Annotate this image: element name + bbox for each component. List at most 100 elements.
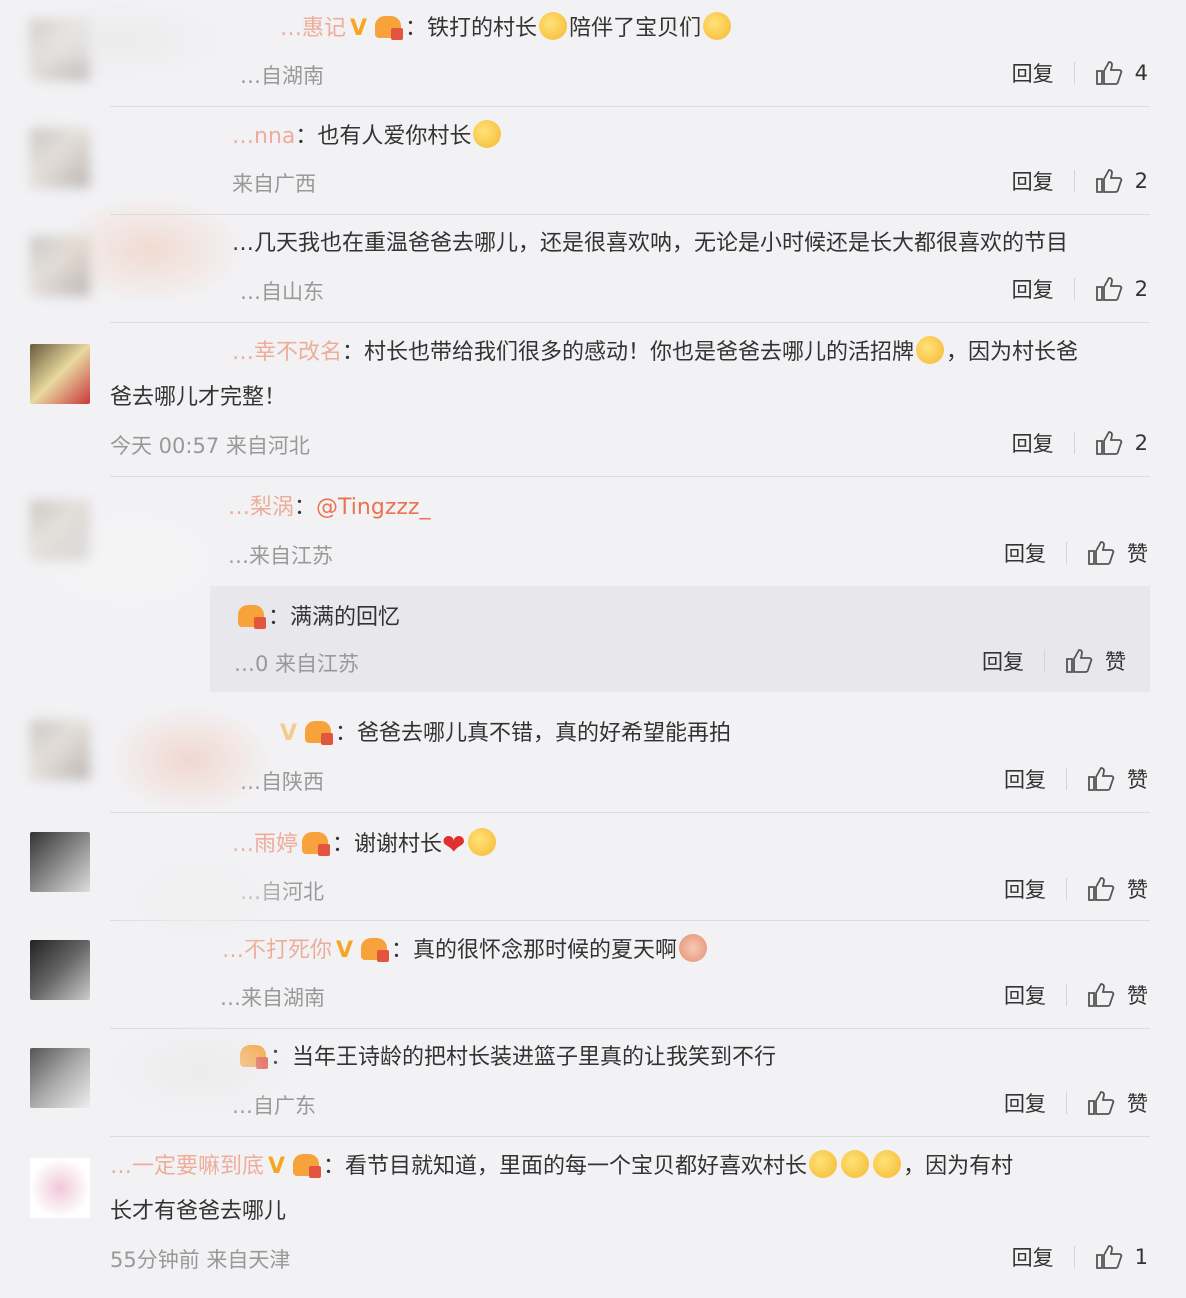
reply-button[interactable]: 回复 — [1012, 1242, 1054, 1272]
heart-eyes-emoji-icon — [703, 12, 732, 40]
action-separator — [1044, 650, 1045, 672]
reply-button[interactable]: 回复 — [1012, 58, 1054, 88]
comment-text: ：看节目就知道，里面的每一个宝贝都好喜欢村长 — [323, 1154, 808, 1179]
thumbs-up-icon[interactable] — [1087, 876, 1115, 902]
member-icon — [361, 938, 390, 962]
reply-button[interactable]: 回复 — [982, 646, 1024, 676]
comment-line: …幸不改名：村长也带给我们很多的感动！你也是爸爸去哪儿的活招牌 ，因为村长爸 — [232, 336, 1146, 369]
avatar[interactable] — [30, 832, 90, 892]
username[interactable]: …nna — [232, 124, 295, 149]
avatar[interactable] — [30, 344, 90, 404]
avatar[interactable] — [30, 128, 90, 188]
like-count[interactable]: 赞 — [1127, 538, 1148, 568]
reply-button[interactable]: 回复 — [1004, 538, 1046, 568]
divider — [110, 812, 1150, 813]
comment-meta: …来自湖南 — [220, 986, 325, 1010]
divider — [110, 1028, 1150, 1029]
action-separator — [1066, 878, 1067, 900]
thumbs-up-icon[interactable] — [1087, 1090, 1115, 1116]
action-separator — [1066, 768, 1067, 790]
comment-line-2: 长才有爸爸去哪儿 — [110, 1196, 1146, 1228]
comment-meta: …自湖南 — [240, 64, 324, 88]
crying-emoji-icon — [873, 1150, 902, 1178]
action-separator — [1066, 1092, 1067, 1114]
thumbs-up-icon[interactable] — [1095, 1244, 1123, 1270]
divider — [110, 920, 1150, 921]
comment-line: …梨涡：@Tingzzz_ — [228, 492, 1146, 524]
username[interactable]: …惠记 — [280, 16, 346, 41]
comment-text: ：当年王诗龄的把村长装进篮子里真的让我笑到不行 — [270, 1045, 777, 1070]
divider — [110, 476, 1150, 477]
thumbs-up-icon[interactable] — [1087, 982, 1115, 1008]
comment-text: ：爸爸去哪儿真不错，真的好希望能再拍 — [335, 721, 732, 746]
thumbs-up-icon[interactable] — [1087, 540, 1115, 566]
like-count[interactable]: 赞 — [1127, 980, 1148, 1010]
comment-text-3: 爸去哪儿才完整！ — [110, 385, 287, 410]
thumbs-up-icon[interactable] — [1095, 168, 1123, 194]
comment-text: ：真的很怀念那时候的夏天啊 — [391, 938, 678, 963]
thumbs-up-icon[interactable] — [1095, 60, 1123, 86]
comment-actions: 回复 赞 — [982, 646, 1126, 676]
comment-line: …雨婷 ：谢谢村长❤ — [232, 828, 1146, 861]
comment-line: …几天我也在重温爸爸去哪儿，还是很喜欢呐，无论是小时候还是长大都很喜欢的节目 — [232, 228, 1146, 260]
thumbs-up-icon[interactable] — [1065, 648, 1093, 674]
thumbs-up-icon[interactable] — [1095, 276, 1123, 302]
reply-button[interactable]: 回复 — [1004, 764, 1046, 794]
avatar[interactable] — [30, 940, 90, 1000]
comment-meta: …来自江苏 — [228, 544, 333, 568]
red-heart-icon: ❤ — [442, 828, 466, 861]
username[interactable]: …幸不改名 — [232, 340, 342, 365]
comment-text-2: ，因为村长爸 — [946, 340, 1079, 365]
username[interactable]: …雨婷 — [232, 832, 298, 857]
like-count[interactable]: 赞 — [1127, 1088, 1148, 1118]
like-count[interactable]: 2 — [1135, 431, 1148, 455]
username[interactable]: …一定要嘛到底 — [110, 1154, 264, 1179]
comment-meta: 来自广西 — [232, 172, 316, 196]
comment-line-2: 爸去哪儿才完整！ — [110, 382, 1146, 414]
comment-meta: 今天 00:57 来自河北 — [110, 434, 310, 458]
reply-button[interactable]: 回复 — [1004, 980, 1046, 1010]
member-icon — [240, 1045, 268, 1069]
member-icon — [305, 721, 334, 745]
action-separator — [1066, 984, 1067, 1006]
like-count[interactable]: 1 — [1135, 1245, 1148, 1269]
action-separator — [1073, 278, 1075, 300]
comment-meta: …自广东 — [232, 1094, 316, 1118]
reply-button[interactable]: 回复 — [1012, 274, 1054, 304]
comment-line: …不打死你 V ：真的很怀念那时候的夏天啊 — [222, 934, 1146, 967]
like-count[interactable]: 4 — [1135, 61, 1148, 85]
like-count[interactable]: 2 — [1135, 277, 1148, 301]
mention-link[interactable]: @Tingzzz_ — [316, 495, 430, 520]
reply-button[interactable]: 回复 — [1012, 166, 1054, 196]
like-count[interactable]: 赞 — [1127, 874, 1148, 904]
like-count[interactable]: 赞 — [1105, 646, 1126, 676]
avatar[interactable] — [30, 720, 90, 780]
avatar[interactable] — [30, 1048, 90, 1108]
comment-text: ：也有人爱你村长 — [295, 124, 472, 149]
avatar[interactable] — [30, 236, 90, 296]
like-count[interactable]: 2 — [1135, 169, 1148, 193]
thumbs-up-icon[interactable] — [1087, 766, 1115, 792]
member-icon — [238, 605, 266, 629]
thumbs-up-icon[interactable] — [1095, 430, 1123, 456]
verified-icon: V — [350, 16, 368, 41]
verified-icon: V — [268, 1154, 286, 1179]
avatar[interactable] — [30, 20, 90, 80]
colon: ： — [294, 495, 317, 520]
comment-text-3: 长才有爸爸去哪儿 — [110, 1199, 287, 1224]
reply-button[interactable]: 回复 — [1004, 874, 1046, 904]
comment-text: ：满满的回忆 — [268, 605, 401, 630]
like-count[interactable]: 赞 — [1127, 764, 1148, 794]
action-separator — [1073, 432, 1075, 454]
username[interactable]: …不打死你 — [222, 938, 332, 963]
username[interactable]: …梨涡 — [228, 495, 294, 520]
avatar[interactable] — [30, 500, 90, 560]
avatar[interactable] — [30, 1158, 90, 1218]
comment-line: ：当年王诗龄的把村长装进篮子里真的让我笑到不行 — [236, 1042, 1146, 1074]
comment-text-2: 陪伴了宝贝们 — [569, 16, 702, 41]
action-separator — [1073, 62, 1075, 84]
reply-button[interactable]: 回复 — [1004, 1088, 1046, 1118]
crying-emoji-icon — [467, 828, 496, 856]
comment-line: …一定要嘛到底 V ：看节目就知道，里面的每一个宝贝都好喜欢村长 ，因为有村 — [110, 1150, 1146, 1183]
reply-button[interactable]: 回复 — [1012, 428, 1054, 458]
